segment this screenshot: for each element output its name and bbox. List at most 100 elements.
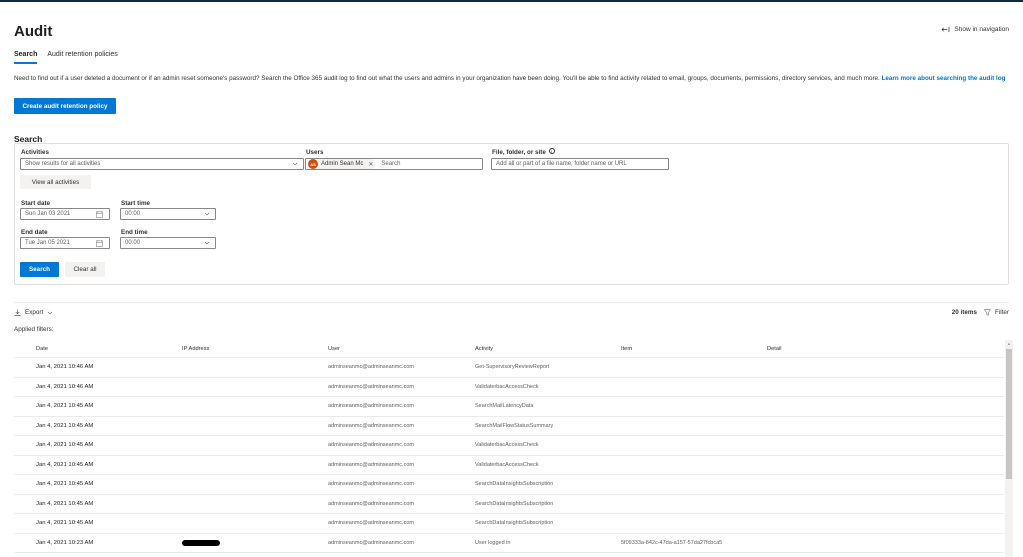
column-header-item[interactable]: Item: [621, 340, 632, 357]
start-date-value: Sun Jan 03 2021: [25, 211, 71, 217]
start-date-label: Start date: [21, 200, 51, 207]
chevron-down-icon: [204, 241, 210, 245]
avatar: AS: [308, 159, 318, 169]
cell-date: Jan 4, 2021 10:46 AM: [36, 364, 94, 371]
toolbar-right: 20 items Filter: [952, 309, 1009, 316]
chevron-down-icon: [292, 162, 298, 166]
cell-ip-address: [182, 534, 220, 553]
file-folder-site-label: File, folder, or site i: [492, 148, 555, 156]
tab-audit-retention-policies[interactable]: Audit retention policies: [47, 51, 117, 64]
activities-value: Show results for all activities: [25, 161, 101, 167]
table-row[interactable]: Jan 4, 2021 10:45 AM adminseanmc@adminsea…: [14, 514, 1004, 534]
activities-dropdown[interactable]: Show results for all activities: [20, 158, 304, 170]
cell-user: adminseanmc@adminseanmc.com: [328, 442, 414, 449]
learn-more-link[interactable]: Learn more about searching the audit log: [882, 75, 1006, 82]
start-time-dropdown[interactable]: 00:00: [120, 208, 216, 220]
filter-funnel-icon[interactable]: [984, 309, 991, 316]
calendar-icon: [96, 240, 103, 247]
column-header-activity[interactable]: Activity: [475, 340, 493, 357]
scroll-up-icon[interactable]: ▲: [1006, 341, 1012, 347]
page-title: Audit: [14, 23, 53, 40]
activities-label: Activities: [21, 149, 49, 156]
cell-user: adminseanmc@adminseanmc.com: [328, 481, 414, 488]
table-row[interactable]: Jan 4, 2021 10:45 AM adminseanmc@adminsea…: [14, 495, 1004, 514]
show-in-navigation-label: Show in navigation: [954, 26, 1009, 33]
cell-user: adminseanmc@adminseanmc.com: [328, 461, 414, 468]
table-row[interactable]: Jan 4, 2021 10:46 AM adminseanmc@adminsea…: [14, 378, 1004, 397]
applied-filters-label: Applied filters:: [14, 326, 54, 333]
table-row[interactable]: Jan 4, 2021 10:45 AM adminseanmc@adminsea…: [14, 397, 1004, 417]
calendar-icon: [96, 211, 103, 218]
clear-all-button[interactable]: Clear all: [65, 262, 105, 277]
chevron-down-icon: [204, 212, 210, 216]
end-time-value: 00:00: [125, 240, 141, 246]
file-folder-site-label-text: File, folder, or site: [492, 149, 546, 156]
items-count: 20 items: [951, 309, 977, 316]
table-row[interactable]: Jan 4, 2021 10:45 AM adminseanmc@adminsea…: [14, 436, 1004, 456]
table-scrollbar[interactable]: ▲: [1005, 340, 1013, 557]
chevron-down-icon: [47, 311, 53, 314]
tab-search[interactable]: Search: [14, 51, 38, 64]
cell-date: Jan 4, 2021 10:45 AM: [36, 461, 94, 468]
cell-user: adminseanmc@adminseanmc.com: [328, 520, 414, 527]
tab-bar: Search Audit retention policies: [14, 51, 118, 64]
info-icon[interactable]: i: [548, 148, 555, 154]
cell-activity: SearchMailLatencyData: [475, 403, 534, 410]
description: Need to find out if a user deleted a doc…: [14, 75, 1014, 84]
users-search-placeholder: Search: [381, 161, 401, 167]
cell-activity: SearchDataInsightsSubscription: [475, 520, 554, 527]
cell-user: adminseanmc@adminseanmc.com: [328, 422, 414, 429]
start-time-label: Start time: [121, 200, 151, 207]
column-header-ip-address[interactable]: IP Address: [182, 340, 209, 357]
description-text: Need to find out if a user deleted a doc…: [14, 75, 882, 82]
column-header-date[interactable]: Date: [36, 340, 48, 357]
user-chip-name: Admin Sean Mc: [321, 161, 364, 167]
users-picker[interactable]: AS Admin Sean Mc ✕ Search: [305, 158, 483, 170]
export-label: Export: [25, 309, 44, 316]
search-button[interactable]: Search: [20, 262, 59, 277]
show-in-navigation-button[interactable]: Show in navigation: [941, 26, 1009, 33]
table-row[interactable]: Jan 4, 2021 10:45 AM adminseanmc@adminsea…: [14, 456, 1004, 475]
filter-button[interactable]: Filter: [995, 309, 1009, 316]
start-time-value: 00:00: [125, 211, 141, 217]
column-header-detail[interactable]: Detail: [767, 340, 782, 357]
remove-user-icon[interactable]: ✕: [368, 161, 373, 168]
end-date-picker[interactable]: Tue Jan 05 2021: [20, 237, 110, 249]
cell-user: adminseanmc@adminseanmc.com: [328, 364, 414, 371]
cell-activity: SearchDataInsightsSubscription: [475, 500, 554, 507]
redacted-ip: [182, 539, 220, 546]
cell-date: Jan 4, 2021 10:46 AM: [36, 383, 94, 390]
start-date-picker[interactable]: Sun Jan 03 2021: [20, 208, 110, 220]
scrollbar-thumb[interactable]: [1006, 349, 1012, 479]
top-bar: [0, 0, 1023, 2]
sidebar-arrow-icon: [941, 26, 950, 33]
table-header: Date IP Address User Activity Item Detai…: [14, 340, 1004, 358]
users-label: Users: [306, 149, 324, 156]
cell-activity: ValidaterbacAccessCheck: [475, 442, 539, 449]
cell-date: Jan 4, 2021 10:45 AM: [36, 500, 94, 507]
file-folder-site-input[interactable]: Add all or part of a file name, folder n…: [491, 158, 669, 170]
search-panel: Activities Show results for all activiti…: [14, 143, 1009, 285]
file-folder-site-placeholder: Add all or part of a file name, folder n…: [496, 161, 627, 167]
cell-activity: ValidaterbacAccessCheck: [475, 383, 539, 390]
create-audit-retention-policy-button[interactable]: Create audit retention policy: [14, 98, 116, 114]
cell-user: adminseanmc@adminseanmc.com: [328, 539, 414, 546]
cell-activity: Get-SupervisoryReviewReport: [475, 364, 550, 371]
table-row[interactable]: Jan 4, 2021 10:46 AM adminseanmc@adminsea…: [14, 358, 1004, 378]
cell-activity: ValidaterbacAccessCheck: [475, 461, 539, 468]
divider: [14, 302, 1009, 303]
end-time-label: End time: [121, 229, 148, 236]
end-time-dropdown[interactable]: 00:00: [120, 237, 216, 249]
cell-activity: SearchMailFlowStatusSummary: [475, 422, 554, 429]
cell-item: 5f09333a-842c-47da-a157-57da27fcbca5: [621, 539, 723, 546]
download-icon: [14, 309, 21, 316]
view-all-activities-button[interactable]: View all activities: [20, 175, 91, 189]
column-header-user[interactable]: User: [328, 340, 340, 357]
cell-activity: SearchDataInsightsSubscription: [475, 481, 554, 488]
table-row[interactable]: Jan 4, 2021 10:23 AM adminseanmc@adminsea…: [14, 534, 1004, 553]
cell-date: Jan 4, 2021 10:45 AM: [36, 403, 94, 410]
table-row[interactable]: Jan 4, 2021 10:45 AM adminseanmc@adminsea…: [14, 417, 1004, 436]
export-button[interactable]: Export: [14, 309, 53, 316]
user-chip[interactable]: AS Admin Sean Mc ✕: [308, 159, 377, 169]
table-row[interactable]: Jan 4, 2021 10:45 AM adminseanmc@adminsea…: [14, 475, 1004, 495]
